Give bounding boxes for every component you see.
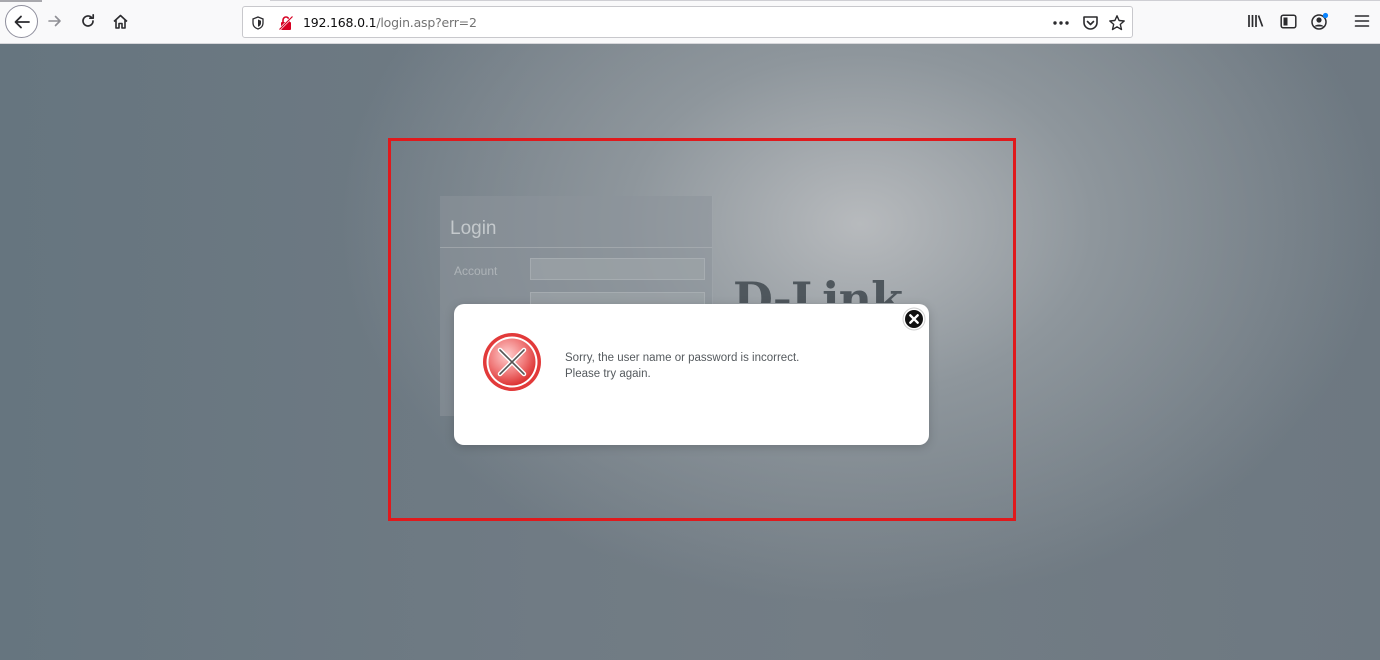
error-dialog: Sorry, the user name or password is inco… (454, 304, 929, 445)
forward-arrow-icon (48, 15, 61, 27)
dialog-close-button[interactable] (901, 306, 927, 332)
tab-strip-border (270, 0, 1380, 1)
page-actions-button[interactable] (1051, 13, 1071, 33)
library-icon (1248, 15, 1264, 27)
error-message-line1: Sorry, the user name or password is inco… (565, 352, 800, 364)
bookmark-button[interactable] (1107, 13, 1127, 33)
page-actions-icon (1053, 21, 1069, 25)
hamburger-menu-icon (1354, 15, 1370, 27)
url-bar[interactable]: 192.168.0.1/login.asp?err=2 (242, 6, 1133, 38)
url-path: /login.asp?err=2 (376, 15, 477, 30)
bookmark-star-icon (1109, 15, 1125, 31)
insecure-connection-icon[interactable] (277, 14, 295, 32)
back-button[interactable] (5, 5, 38, 38)
sidebar-icon (1279, 13, 1297, 29)
error-message-line2: Please try again. (565, 368, 651, 380)
reload-button[interactable] (73, 6, 103, 36)
tab-indicator (0, 0, 42, 2)
forward-button[interactable] (40, 6, 70, 36)
sidebar-button[interactable] (1273, 6, 1303, 36)
tracking-protection-icon[interactable] (249, 14, 267, 32)
error-x-icon (481, 331, 543, 393)
reload-icon (82, 13, 95, 27)
pocket-button[interactable] (1080, 13, 1100, 33)
error-message: Sorry, the user name or password is inco… (565, 350, 799, 382)
pocket-icon (1082, 16, 1098, 30)
close-circle-icon (902, 307, 926, 331)
home-button[interactable] (105, 6, 135, 36)
library-button[interactable] (1241, 6, 1271, 36)
url-host: 192.168.0.1 (303, 15, 377, 30)
back-arrow-icon (14, 15, 30, 28)
browser-toolbar: 192.168.0.1/login.asp?err=2 (0, 0, 1380, 44)
account-button[interactable] (1305, 6, 1335, 36)
home-icon (112, 14, 128, 29)
url-text[interactable]: 192.168.0.1/login.asp?err=2 (303, 15, 477, 30)
account-icon (1311, 12, 1329, 30)
page-content: Login Account D-Link Sorry, the user nam… (0, 44, 1380, 660)
menu-button[interactable] (1347, 6, 1377, 36)
